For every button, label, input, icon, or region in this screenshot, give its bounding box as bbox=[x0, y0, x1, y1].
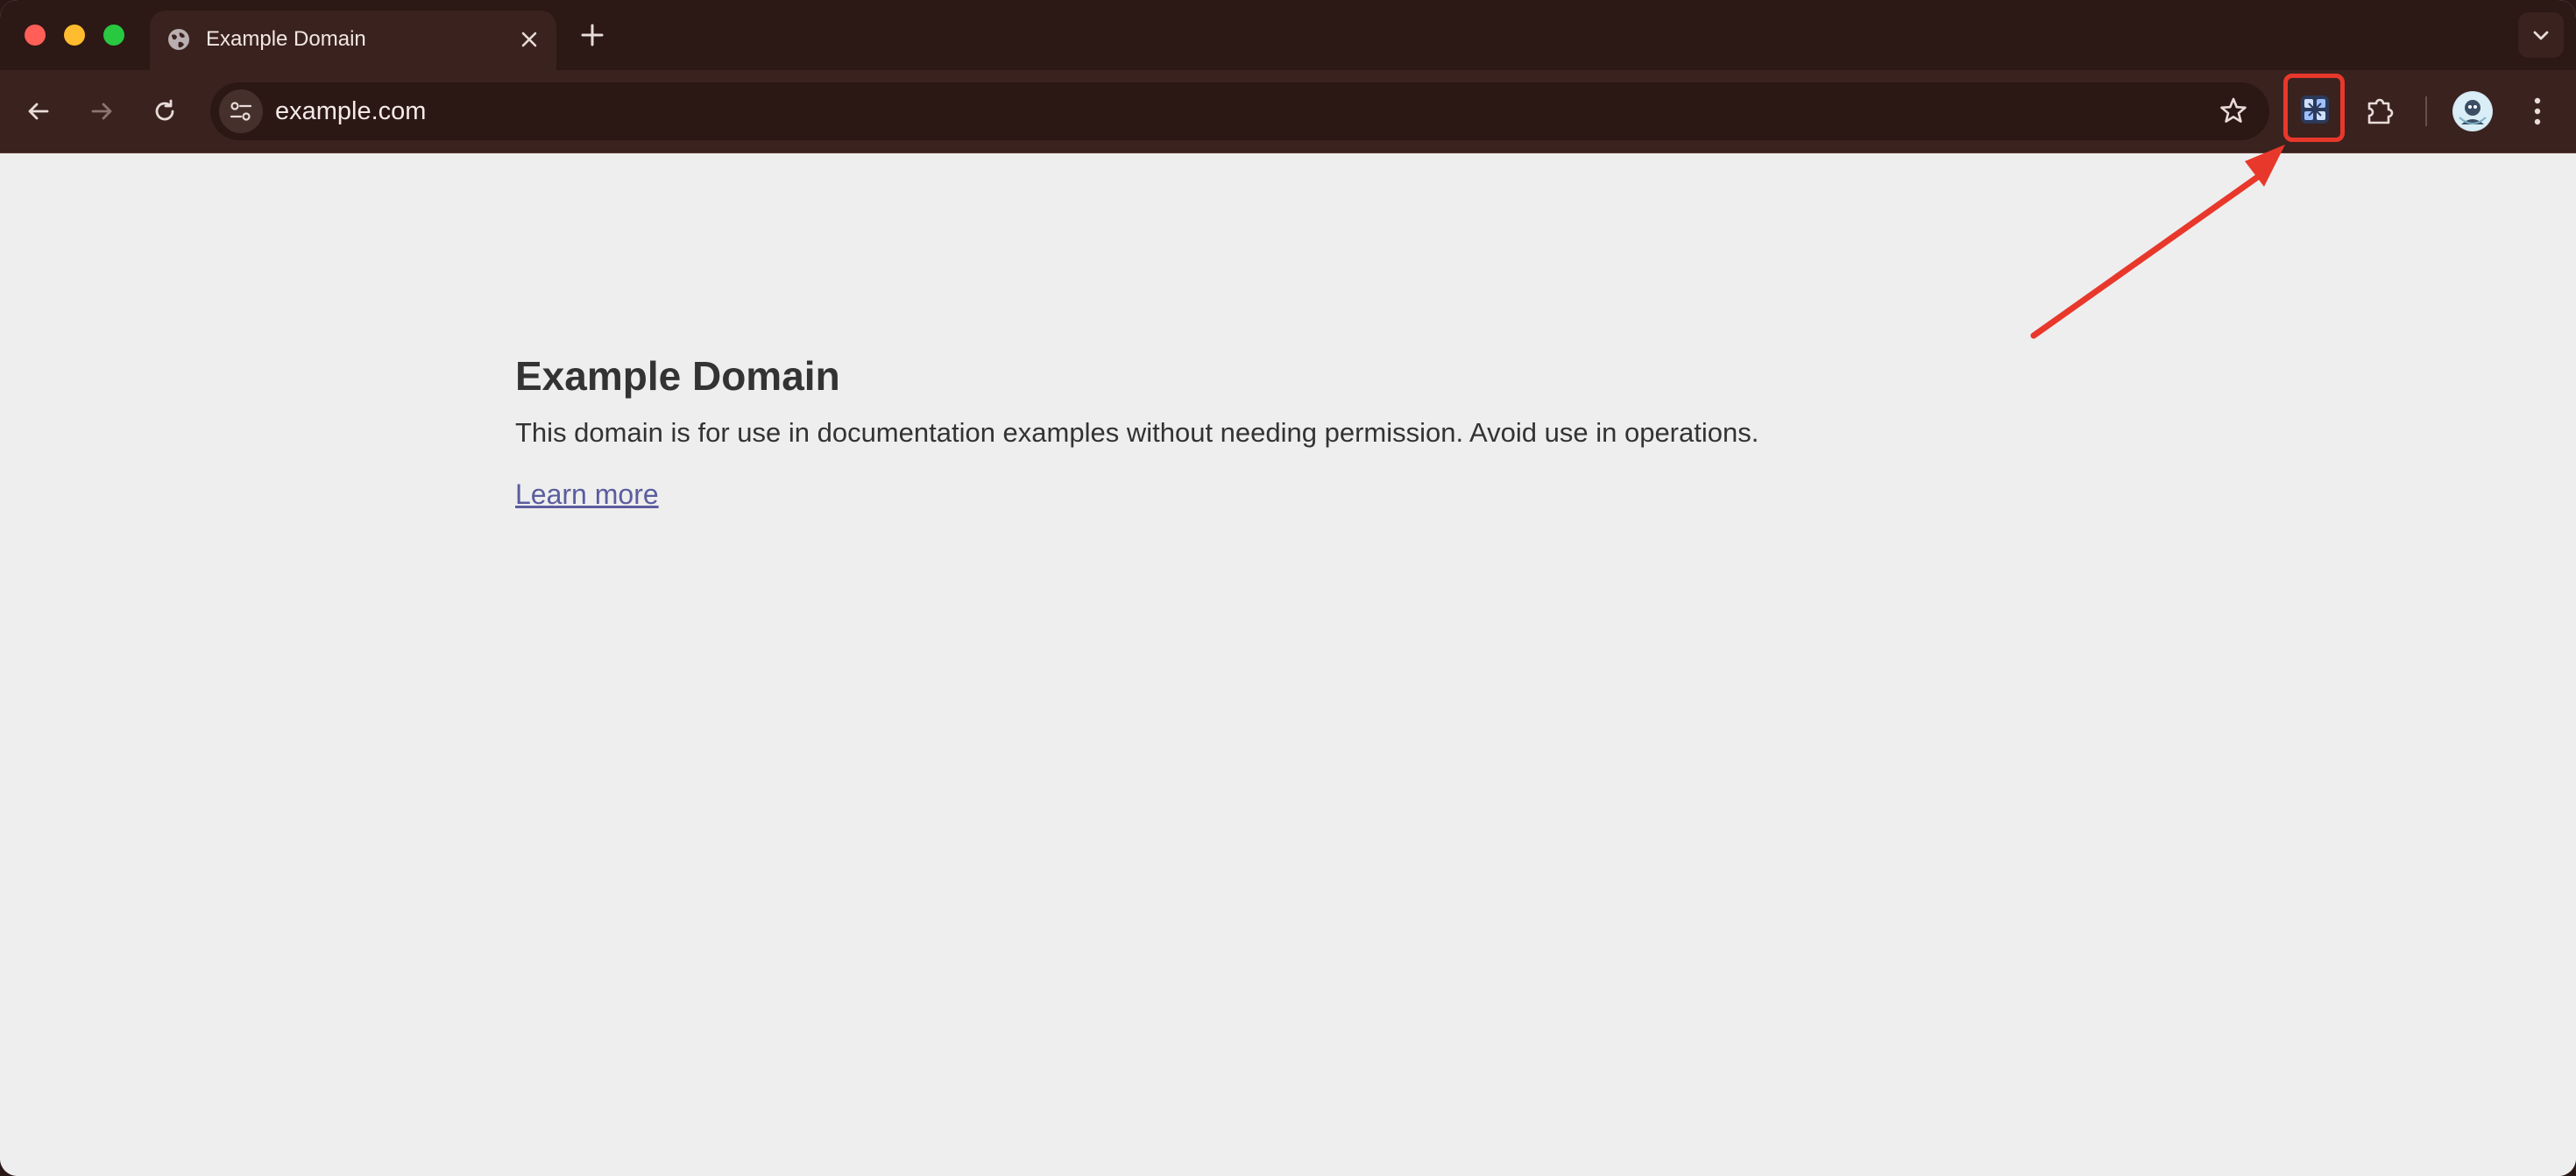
extensions-puzzle-icon[interactable] bbox=[2360, 91, 2401, 131]
learn-more-link[interactable]: Learn more bbox=[515, 476, 659, 513]
bookmark-star-icon[interactable] bbox=[2217, 95, 2250, 128]
window-minimize-button[interactable] bbox=[64, 25, 85, 46]
more-menu-icon[interactable] bbox=[2520, 91, 2555, 131]
window-maximize-button[interactable] bbox=[103, 25, 124, 46]
tune-icon bbox=[230, 102, 252, 121]
extension-app-icon[interactable] bbox=[2299, 94, 2331, 125]
site-info-button[interactable] bbox=[219, 89, 263, 133]
browser-toolbar: example.com bbox=[0, 70, 2576, 153]
avatar-image-icon bbox=[2453, 92, 2492, 131]
browser-window: Example Domain example.com Example Domai… bbox=[0, 0, 2576, 1176]
close-tab-icon[interactable] bbox=[518, 28, 541, 51]
new-tab-icon[interactable] bbox=[578, 21, 606, 49]
globe-icon bbox=[168, 29, 189, 50]
profile-avatar[interactable] bbox=[2452, 91, 2493, 131]
address-bar[interactable]: example.com bbox=[210, 82, 2269, 140]
toolbar-divider bbox=[2425, 96, 2427, 126]
back-button[interactable] bbox=[18, 90, 60, 132]
arrow-right-icon bbox=[91, 103, 112, 120]
chevron-down-icon bbox=[2533, 31, 2549, 40]
tab-search-button[interactable] bbox=[2518, 12, 2564, 58]
tab-strip: Example Domain bbox=[0, 0, 2576, 70]
page-viewport: Example Domain This domain is for use in… bbox=[0, 153, 2576, 1176]
tab-example-domain[interactable]: Example Domain bbox=[150, 11, 556, 70]
reload-button[interactable] bbox=[144, 90, 186, 132]
reload-icon bbox=[155, 99, 174, 121]
page-heading: Example Domain bbox=[515, 353, 840, 399]
arrow-left-icon bbox=[28, 103, 49, 120]
url-text[interactable]: example.com bbox=[275, 96, 426, 127]
tab-title: Example Domain bbox=[206, 27, 366, 51]
window-close-button[interactable] bbox=[25, 25, 46, 46]
forward-button[interactable] bbox=[81, 90, 123, 132]
page-paragraph: This domain is for use in documentation … bbox=[515, 417, 1759, 448]
